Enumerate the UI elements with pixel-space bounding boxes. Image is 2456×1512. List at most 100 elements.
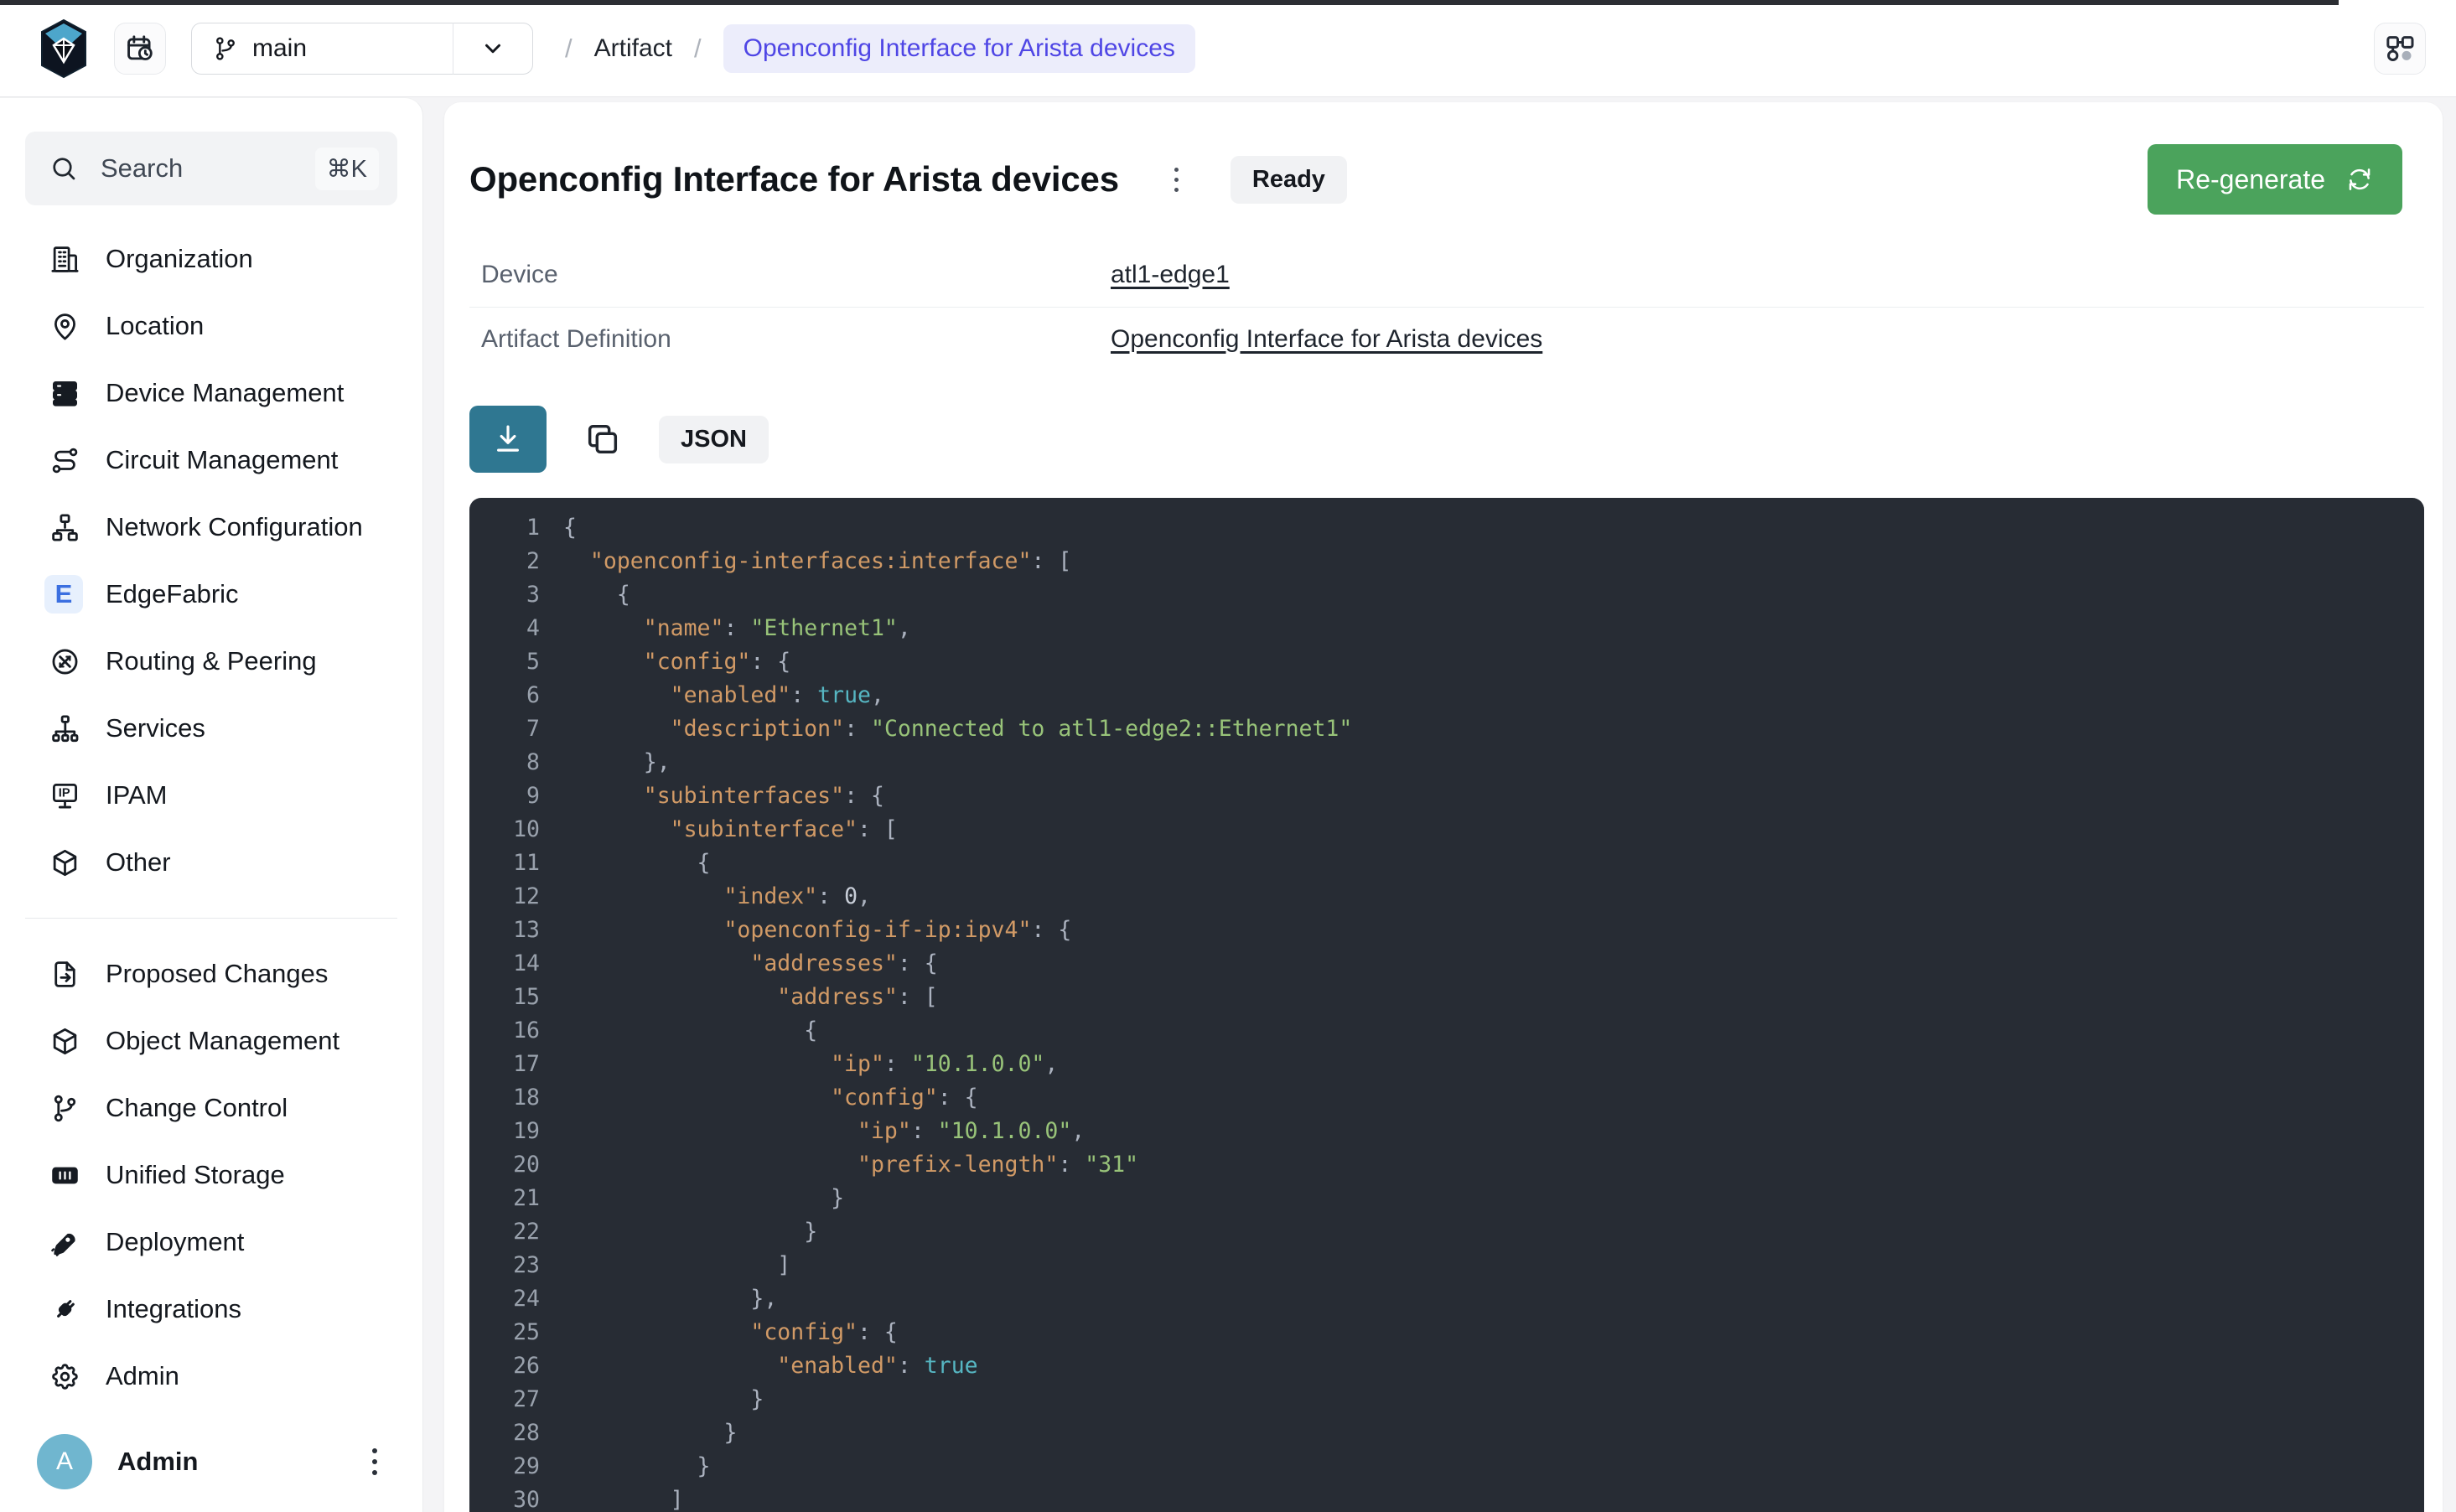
sidebar-item-device-management[interactable]: Device Management [0, 360, 422, 427]
code-line: 18 "config": { [469, 1081, 2424, 1115]
sidebar-item-network-configuration[interactable]: Network Configuration [0, 494, 422, 561]
workflow-button[interactable] [2374, 23, 2426, 75]
regenerate-button[interactable]: Re-generate [2148, 144, 2402, 215]
code-line: 8 }, [469, 746, 2424, 779]
code-line: 11 { [469, 847, 2424, 880]
sidebar-item-label: IPAM [106, 780, 168, 810]
device-link[interactable]: atl1-edge1 [1111, 261, 1230, 289]
code-line: 20 "prefix-length": "31" [469, 1148, 2424, 1182]
gear-icon [49, 1360, 80, 1392]
sidebar-item-admin[interactable]: Admin [0, 1343, 422, 1410]
sidebar-item-label: Services [106, 713, 205, 743]
line-number: 26 [469, 1349, 540, 1383]
code-line-content: ] [563, 1249, 790, 1282]
sidebar-nav: OrganizationLocation Device Management Cir… [0, 217, 422, 1420]
cube-icon [49, 847, 80, 878]
status-badge: Ready [1231, 156, 1347, 204]
code-line-content: } [563, 1383, 764, 1416]
sidebar-item-routing-peering[interactable]: Routing & Peering [0, 628, 422, 695]
code-line: 12 "index": 0, [469, 880, 2424, 914]
line-number: 11 [469, 847, 540, 880]
code-line-content: "subinterfaces": { [563, 779, 884, 813]
title-menu-button[interactable] [1166, 159, 1187, 200]
code-line-content: "ip": "10.1.0.0", [563, 1048, 1058, 1081]
sidebar-item-change-control[interactable]: Change Control [0, 1074, 422, 1142]
code-line-content: { [563, 578, 630, 612]
code-line-content: } [563, 1182, 844, 1215]
field-row-device: Device atl1-edge1 [469, 243, 2424, 307]
line-number: 17 [469, 1048, 540, 1081]
code-line: 26 "enabled": true [469, 1349, 2424, 1383]
sidebar-item-edgefabric[interactable]: EEdgeFabric [0, 561, 422, 628]
refresh-icon [2345, 165, 2374, 194]
artifact-definition-link[interactable]: Openconfig Interface for Arista devices [1111, 325, 1542, 354]
code-line-content: ] [563, 1484, 684, 1512]
code-line-content: "index": 0, [563, 880, 871, 914]
code-viewer[interactable]: 1{2 "openconfig-interfaces:interface": [… [469, 498, 2424, 1512]
code-line-content: "config": { [563, 1316, 898, 1349]
sidebar-item-integrations[interactable]: Integrations [0, 1276, 422, 1343]
copy-button[interactable] [583, 420, 622, 458]
code-line-content: } [563, 1416, 737, 1450]
code-line-content: }, [563, 746, 671, 779]
search-input[interactable]: Search ⌘K [25, 132, 397, 205]
sidebar-item-organization[interactable]: Organization [0, 225, 422, 293]
app-logo-icon[interactable] [40, 18, 87, 79]
file-export-icon [49, 958, 80, 990]
sidebar-item-label: Device Management [106, 378, 344, 408]
download-button[interactable] [469, 406, 547, 473]
artifact-toolbar: JSON [469, 406, 2424, 473]
code-line-content: "address": [ [563, 981, 938, 1014]
line-number: 16 [469, 1014, 540, 1048]
line-number: 2 [469, 545, 540, 578]
sidebar-item-location[interactable]: Location [0, 293, 422, 360]
sidebar-item-label: Routing & Peering [106, 646, 317, 676]
branch-selector[interactable]: main [191, 23, 533, 75]
line-number: 27 [469, 1383, 540, 1416]
sidebar-item-circuit-management[interactable]: Circuit Management [0, 427, 422, 494]
chevron-down-icon [480, 36, 505, 61]
sidebar-divider [25, 918, 397, 919]
sidebar-item-label: Change Control [106, 1093, 288, 1123]
sidebar-item-object-management[interactable]: Object Management [0, 1007, 422, 1074]
sidebar-item-proposed-changes[interactable]: Proposed Changes [0, 940, 422, 1007]
main-content: Openconfig Interface for Arista devices … [444, 102, 2443, 1512]
line-number: 10 [469, 813, 540, 847]
user-menu[interactable]: A Admin [0, 1420, 422, 1512]
user-name: Admin [117, 1447, 339, 1477]
code-line-content: "addresses": { [563, 947, 938, 981]
calendar-clock-icon [124, 33, 156, 65]
search-icon [49, 153, 79, 184]
code-line-content: "enabled": true, [563, 679, 884, 712]
copy-icon [583, 420, 622, 458]
code-line: 17 "ip": "10.1.0.0", [469, 1048, 2424, 1081]
code-line: 3 { [469, 578, 2424, 612]
line-number: 28 [469, 1416, 540, 1450]
sidebar-item-ipam[interactable]: IP IPAM [0, 762, 422, 829]
calendar-button[interactable] [114, 23, 166, 75]
services-icon [49, 712, 80, 744]
branch-dropdown-toggle[interactable] [453, 36, 532, 61]
line-number: 8 [469, 746, 540, 779]
sidebar-item-unified-storage[interactable]: Unified Storage [0, 1142, 422, 1209]
breadcrumb-artifact-link[interactable]: Artifact [594, 34, 672, 63]
breadcrumb-separator: / [565, 34, 573, 64]
line-number: 1 [469, 511, 540, 545]
git-branch-icon [49, 1092, 80, 1124]
code-line: 16 { [469, 1014, 2424, 1048]
line-number: 12 [469, 880, 540, 914]
code-line-content: { [563, 511, 577, 545]
code-line: 25 "config": { [469, 1316, 2424, 1349]
breadcrumb-current-page[interactable]: Openconfig Interface for Arista devices [723, 24, 1195, 73]
code-line: 27 } [469, 1383, 2424, 1416]
topbar: main / Artifact / Openconfig Interface f… [0, 0, 2456, 97]
line-number: 30 [469, 1484, 540, 1512]
ipam-icon: IP [49, 779, 80, 811]
sidebar-item-services[interactable]: Services [0, 695, 422, 762]
artifact-fields: Device atl1-edge1 Artifact Definition Op… [469, 243, 2424, 370]
storage-icon [49, 1159, 80, 1191]
sidebar-item-deployment[interactable]: Deployment [0, 1209, 422, 1276]
sidebar-item-label: Proposed Changes [106, 959, 328, 989]
user-menu-kebab-icon[interactable] [364, 1440, 386, 1484]
sidebar-item-other[interactable]: Other [0, 829, 422, 896]
